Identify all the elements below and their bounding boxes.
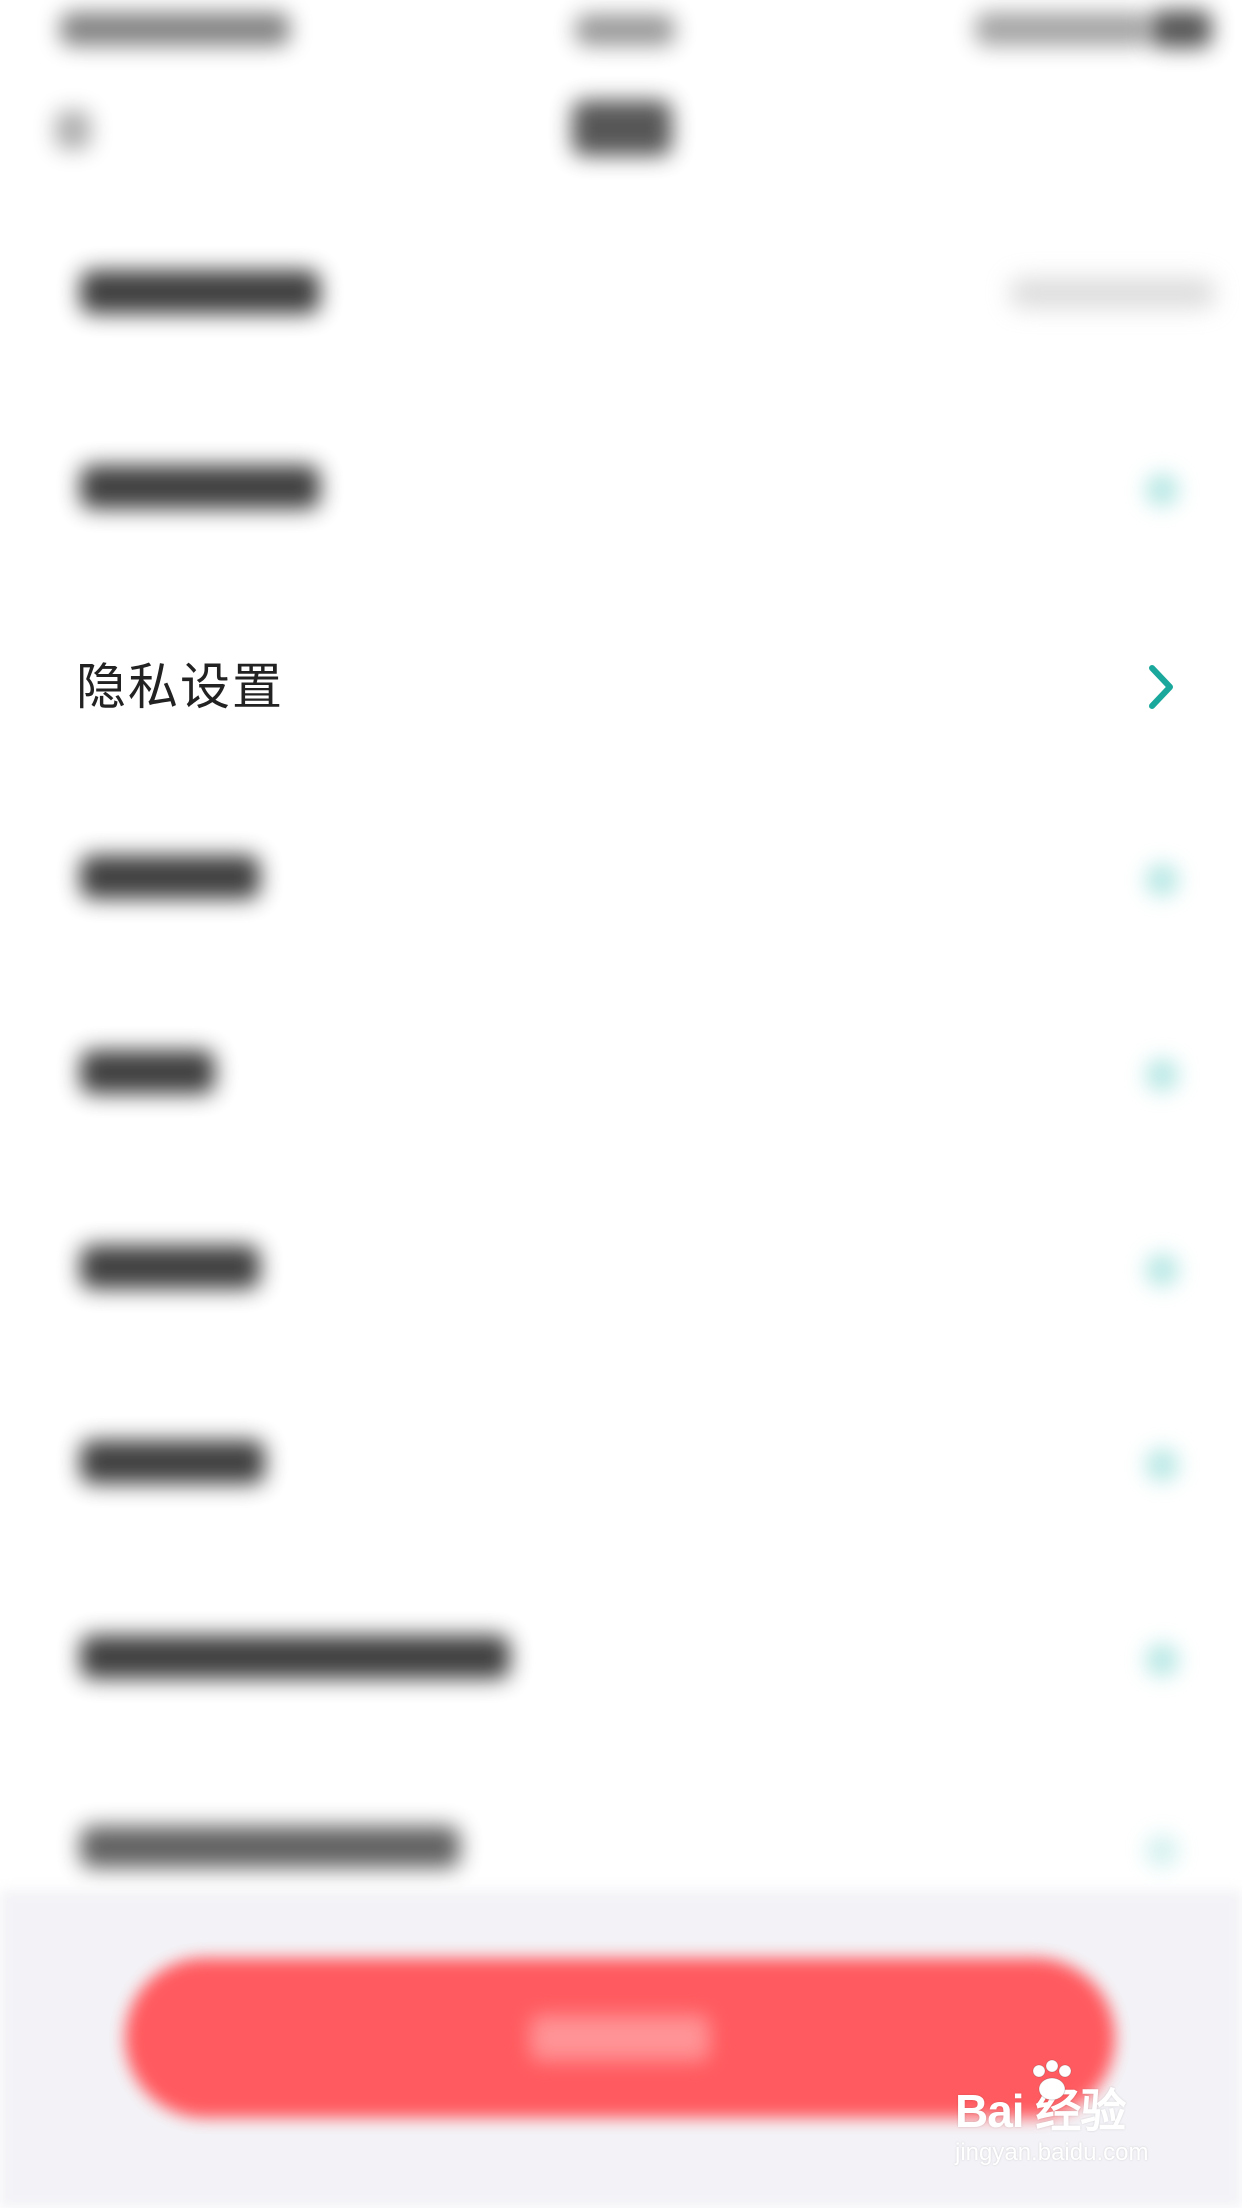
status-time	[575, 14, 675, 46]
settings-row[interactable]	[0, 1565, 1242, 1760]
settings-row[interactable]	[0, 980, 1242, 1175]
chevron-right-icon	[1145, 1253, 1179, 1287]
chevron-right-icon	[1145, 1643, 1179, 1677]
row-label	[80, 855, 260, 899]
settings-row[interactable]	[0, 1175, 1242, 1370]
privacy-settings-row[interactable]: 隐私设置	[0, 590, 1242, 785]
chevron-right-icon	[1145, 1058, 1179, 1092]
chevron-right-icon	[1145, 1834, 1179, 1868]
chevron-right-icon	[1145, 863, 1179, 897]
row-label	[80, 1050, 215, 1094]
chevron-right-icon	[1145, 1448, 1179, 1482]
status-carrier	[60, 12, 290, 46]
logout-button-label	[530, 2015, 710, 2061]
row-label	[80, 465, 320, 509]
baidu-jingyan-watermark: Bai 经验 jingyan.baidu.com	[955, 2059, 1195, 2185]
paw-icon	[1032, 2059, 1072, 2101]
settings-row[interactable]	[0, 395, 1242, 590]
row-value	[1010, 278, 1215, 308]
page-title	[572, 100, 672, 156]
row-label	[80, 1440, 265, 1484]
back-icon[interactable]	[55, 110, 91, 150]
nav-bar	[0, 70, 1242, 190]
status-bar	[0, 0, 1242, 64]
row-label	[80, 270, 320, 314]
settings-row[interactable]	[0, 785, 1242, 980]
row-label	[80, 1826, 460, 1868]
privacy-settings-label: 隐私设置	[76, 658, 284, 716]
settings-row[interactable]	[0, 200, 1242, 395]
chevron-right-icon	[1145, 473, 1179, 507]
chevron-right-icon	[1149, 665, 1173, 709]
watermark-url: jingyan.baidu.com	[955, 2139, 1149, 2166]
status-indicators	[975, 12, 1150, 46]
row-label	[80, 1635, 510, 1679]
battery-icon	[1150, 10, 1212, 48]
settings-row[interactable]	[0, 1370, 1242, 1565]
row-label	[80, 1245, 260, 1289]
